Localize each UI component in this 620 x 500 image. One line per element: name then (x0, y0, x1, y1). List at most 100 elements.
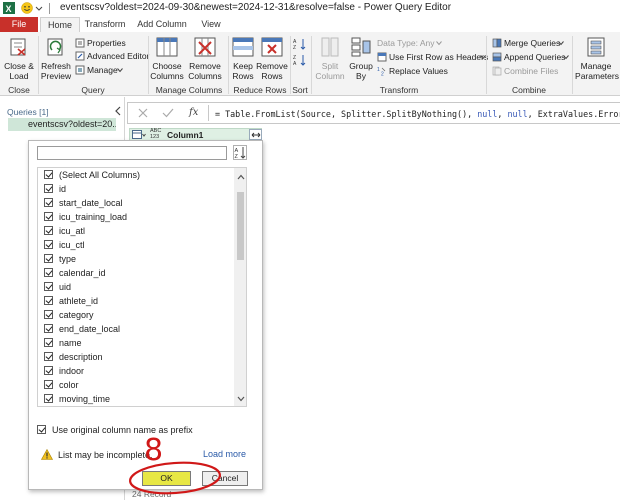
smiley-icon[interactable] (21, 2, 33, 14)
append-queries-button[interactable]: Append Queries (504, 52, 565, 62)
checkbox[interactable] (44, 184, 53, 193)
confirm-formula-icon[interactable] (162, 108, 174, 118)
sort-descending-icon[interactable]: Z A (293, 54, 307, 66)
list-item[interactable]: icu_training_load (44, 212, 127, 226)
keep-rows-button-line2[interactable]: Rows (228, 71, 258, 81)
scrollbar-thumb[interactable] (237, 192, 244, 260)
checkbox[interactable] (44, 226, 53, 235)
remove-rows-button-line2[interactable]: Rows (256, 71, 288, 81)
checkbox[interactable] (44, 338, 53, 347)
checkbox[interactable] (44, 282, 53, 291)
refresh-preview-button[interactable]: Refresh (39, 61, 73, 71)
tab-add-column[interactable]: Add Column (133, 17, 191, 32)
cancel-formula-icon[interactable] (138, 108, 148, 118)
manage-button[interactable]: Manage (87, 65, 118, 75)
group-by-button-line2[interactable]: By (347, 71, 375, 81)
checkbox[interactable] (44, 394, 53, 403)
list-item[interactable]: id (44, 184, 66, 198)
keep-rows-icon (232, 37, 254, 57)
list-item[interactable]: description (44, 352, 103, 366)
manage-parameters-button-line2[interactable]: Parameters (574, 71, 620, 81)
tab-view[interactable]: View (196, 17, 226, 32)
list-item[interactable]: athlete_id (44, 296, 98, 310)
expand-column-button[interactable] (249, 129, 262, 140)
group-by-button[interactable]: Group (347, 61, 375, 71)
scroll-down-icon[interactable] (237, 396, 245, 402)
list-item[interactable]: indoor (44, 366, 84, 380)
replace-values-button[interactable]: Replace Values (389, 66, 448, 76)
annotation-circle (128, 461, 222, 495)
remove-columns-button[interactable]: Remove (187, 61, 223, 71)
manage-parameters-button[interactable]: Manage (574, 61, 618, 71)
checkbox[interactable] (44, 310, 53, 319)
tab-home[interactable]: Home (40, 17, 80, 32)
checkbox[interactable] (44, 268, 53, 277)
close-load-button[interactable]: Close & (2, 61, 36, 71)
split-column-button[interactable]: Split (313, 61, 347, 71)
remove-columns-button-line2[interactable]: Columns (187, 71, 223, 81)
list-item[interactable]: name (44, 338, 82, 352)
title-divider (49, 3, 50, 14)
use-prefix-checkbox[interactable] (37, 425, 46, 434)
list-item[interactable]: icu_ftp (44, 406, 86, 407)
column-search-input[interactable] (37, 146, 227, 160)
checkbox[interactable] (44, 240, 53, 249)
combine-files-button[interactable]: Combine Files (504, 66, 558, 76)
list-item[interactable]: icu_atl (44, 226, 85, 240)
list-item[interactable]: color (44, 380, 79, 394)
use-first-row-headers-button[interactable]: Use First Row as Headers (389, 52, 488, 62)
ribbon-tabs: File Home Transform Add Column View (0, 17, 620, 32)
close-load-button-line2[interactable]: Load (2, 71, 36, 81)
list-item[interactable]: uid (44, 282, 71, 296)
fx-label[interactable]: fx (189, 107, 198, 118)
refresh-preview-button-line2[interactable]: Preview (39, 71, 73, 81)
list-item[interactable]: end_date_local (44, 324, 120, 338)
close-load-icon (10, 38, 26, 56)
sort-az-button[interactable]: A Z (233, 145, 247, 160)
list-item[interactable]: start_date_local (44, 198, 123, 212)
keep-rows-button[interactable]: Keep (228, 61, 258, 71)
tab-transform[interactable]: Transform (82, 17, 128, 32)
scroll-up-icon[interactable] (237, 174, 245, 180)
list-item[interactable]: icu_ctl (44, 240, 85, 254)
checkbox[interactable] (44, 352, 53, 361)
append-queries-icon (492, 52, 502, 62)
expand-icon (251, 132, 261, 138)
formula-text[interactable]: = Table.FromList(Source, Splitter.SplitB… (215, 109, 620, 119)
list-item[interactable]: (Select All Columns) (44, 170, 140, 184)
checkbox[interactable] (44, 254, 53, 263)
split-column-button-line2[interactable]: Column (313, 71, 347, 81)
query-item[interactable]: eventscsv?oldest=20... (8, 118, 116, 131)
properties-button[interactable]: Properties (87, 38, 126, 48)
sort-ascending-icon[interactable]: A Z (293, 38, 307, 50)
replace-values-icon: 1 2 (377, 67, 386, 77)
list-item[interactable]: type (44, 254, 76, 268)
formula-suffix: , ExtraValues.Error) (527, 109, 620, 119)
group-label-manage-columns: Manage Columns (155, 85, 223, 95)
checkbox[interactable] (44, 380, 53, 389)
column-type-icon[interactable]: ABC 123 (150, 128, 162, 140)
choose-columns-button-line2[interactable]: Columns (150, 71, 184, 81)
remove-rows-button[interactable]: Remove (256, 61, 288, 71)
data-type-dropdown[interactable]: Data Type: Any (377, 38, 435, 48)
svg-text:2: 2 (381, 72, 384, 77)
table-menu-icon[interactable] (132, 130, 146, 140)
collapse-pane-icon[interactable] (114, 106, 122, 116)
advanced-editor-button[interactable]: Advanced Editor (87, 51, 149, 61)
checkbox[interactable] (44, 170, 53, 179)
list-scrollbar[interactable] (234, 168, 246, 406)
checkbox[interactable] (44, 406, 53, 407)
checkbox[interactable] (44, 324, 53, 333)
choose-columns-button[interactable]: Choose (150, 61, 184, 71)
list-item[interactable]: moving_time (44, 394, 110, 406)
list-item[interactable]: category (44, 310, 94, 324)
tab-file[interactable]: File (0, 17, 38, 32)
merge-queries-button[interactable]: Merge Queries (504, 38, 560, 48)
ribbon-divider (148, 36, 149, 94)
checkbox[interactable] (44, 212, 53, 221)
checkbox[interactable] (44, 366, 53, 375)
checkbox[interactable] (44, 198, 53, 207)
list-item[interactable]: calendar_id (44, 268, 106, 282)
chevron-down-icon[interactable] (35, 6, 43, 12)
checkbox[interactable] (44, 296, 53, 305)
